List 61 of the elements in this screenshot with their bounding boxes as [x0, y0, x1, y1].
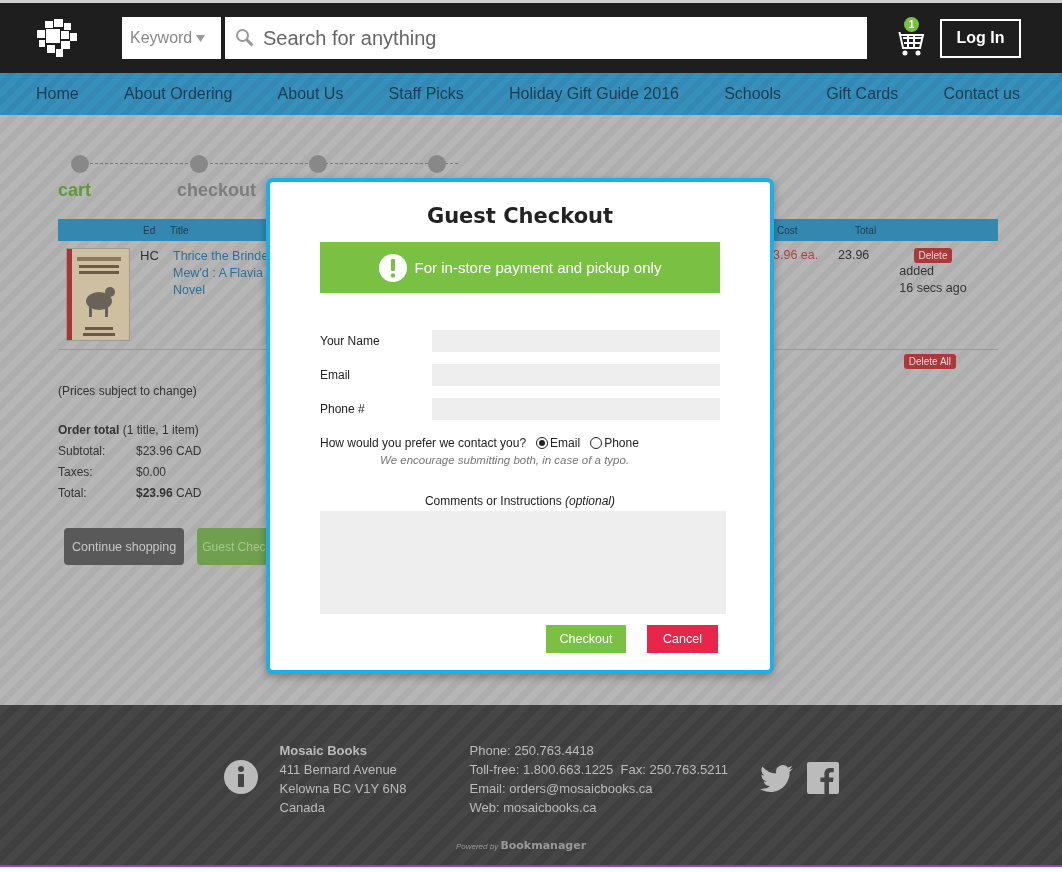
- summary-value: $0.00: [136, 464, 168, 481]
- field-label: Email: [320, 368, 351, 382]
- step-dot: [428, 155, 446, 173]
- step-dot: [190, 155, 208, 173]
- delete-button[interactable]: Delete: [913, 248, 953, 263]
- table-cell-text: 23.96: [838, 248, 871, 264]
- nav-link[interactable]: Gift Cards: [826, 85, 899, 103]
- added-time: added 16 secs ago: [899, 263, 967, 297]
- column-header: Total: [855, 224, 877, 236]
- nav-link[interactable]: Staff Picks: [388, 85, 464, 103]
- category-dropdown[interactable]: Keyword: [122, 17, 221, 59]
- logo-icon[interactable]: [35, 19, 77, 57]
- nav-link[interactable]: Home: [36, 85, 79, 103]
- step-dot: [71, 155, 89, 173]
- twitter-icon[interactable]: [759, 765, 793, 793]
- delete-all-button[interactable]: Delete All: [903, 354, 956, 369]
- summary-label: Taxes:: [58, 464, 94, 481]
- login-button[interactable]: Log In: [940, 18, 1021, 58]
- summary-label: Subtotal:: [58, 443, 107, 460]
- field-label: Your Name: [320, 334, 381, 348]
- column-header: Ed: [143, 224, 157, 236]
- checkout-button[interactable]: Checkout: [546, 625, 626, 653]
- store-address: Mosaic Books 411 Bernard Avenue Kelowna BC V1Y 6N8 Canada: [279, 742, 408, 817]
- cart-count-badge: 1: [904, 16, 919, 32]
- table-cell-text: 3.96 ea.: [773, 248, 820, 264]
- nav-link[interactable]: Holiday Gift Guide 2016: [509, 85, 679, 103]
- search-field[interactable]: Search for anything: [261, 25, 867, 51]
- guest-checkout-button[interactable]: Guest Chec: [197, 528, 268, 565]
- summary-label: Total:: [58, 485, 88, 502]
- search-bar[interactable]: Search for anything: [225, 17, 867, 59]
- order-total-heading: Order total (1 title, 1 item): [58, 422, 200, 439]
- step-label: cart: [58, 180, 92, 201]
- summary-value: $23.96 CAD: [136, 485, 202, 502]
- exclamation-icon: [378, 253, 407, 282]
- continue-shopping-button[interactable]: Continue shopping: [64, 528, 185, 565]
- step-dot: [309, 155, 327, 173]
- info-icon: [223, 760, 258, 794]
- caret-icon: [196, 34, 206, 42]
- column-header: Title: [170, 224, 190, 236]
- powered-by-label: Powered by Bookmanager: [455, 839, 587, 852]
- price-note: (Prices subject to change): [58, 384, 198, 398]
- nav-link[interactable]: Contact us: [943, 85, 1020, 103]
- dialog-title: Guest Checkout: [425, 204, 615, 228]
- comments-label: Comments or Instructions (optional): [423, 494, 617, 508]
- facebook-icon[interactable]: [806, 762, 839, 794]
- nav-link[interactable]: Schools: [724, 85, 782, 103]
- step-label: checkout: [177, 180, 257, 201]
- radio-label[interactable]: Phone: [604, 436, 639, 450]
- summary-value: $23.96 CAD: [136, 443, 202, 460]
- nav-link[interactable]: About Us: [277, 85, 344, 103]
- contact-question: How would you prefer we contact you?: [320, 436, 527, 450]
- notice-text: For in-store payment and pickup only: [414, 259, 662, 276]
- contact-hint: We encourage submitting both, in case of a typo.: [380, 454, 631, 466]
- nav-link[interactable]: About Ordering: [123, 85, 233, 103]
- table-cell-text: HC: [140, 248, 160, 265]
- radio-label[interactable]: Email: [550, 436, 581, 450]
- store-contact: Phone: 250.763.4418 Toll-free: 1.800.663.1225 Fax: 250.763.5211 Email: orders@mosaicbooks.ca Web: mosaicbooks.ca: [469, 742, 729, 817]
- search-icon: [235, 28, 255, 48]
- column-header: Cost: [777, 224, 799, 236]
- field-label: Phone #: [320, 402, 366, 416]
- cancel-button[interactable]: Cancel: [647, 625, 718, 653]
